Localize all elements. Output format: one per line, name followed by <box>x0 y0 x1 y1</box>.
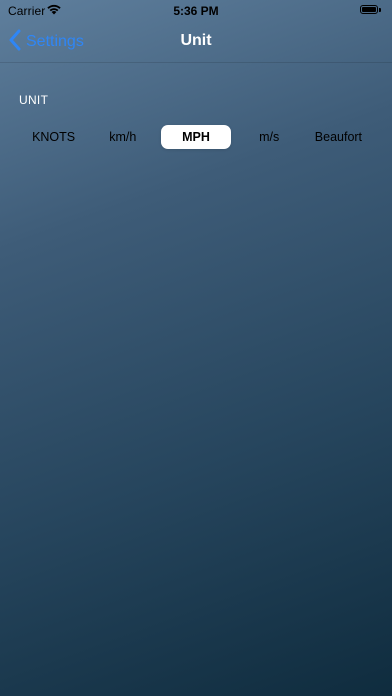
segment-mph[interactable]: MPH <box>161 125 231 149</box>
unit-section-header: UNIT <box>19 93 49 107</box>
segment-km-h[interactable]: km/h <box>88 124 157 150</box>
status-time: 5:36 PM <box>173 4 219 18</box>
battery-icon <box>360 5 382 15</box>
unit-settings-screen: Carrier 5:36 PM Settings Unit UNIT KNOTS… <box>0 0 392 696</box>
unit-segmented-control: KNOTS km/h MPH m/s Beaufort <box>19 124 373 150</box>
navigation-bar: Settings Unit <box>0 22 392 63</box>
segment-knots[interactable]: KNOTS <box>19 124 88 150</box>
page-title: Unit <box>180 32 212 49</box>
segment-beaufort[interactable]: Beaufort <box>304 124 373 150</box>
status-bar: Carrier 5:36 PM <box>0 0 392 22</box>
segment-m-s[interactable]: m/s <box>235 124 304 150</box>
